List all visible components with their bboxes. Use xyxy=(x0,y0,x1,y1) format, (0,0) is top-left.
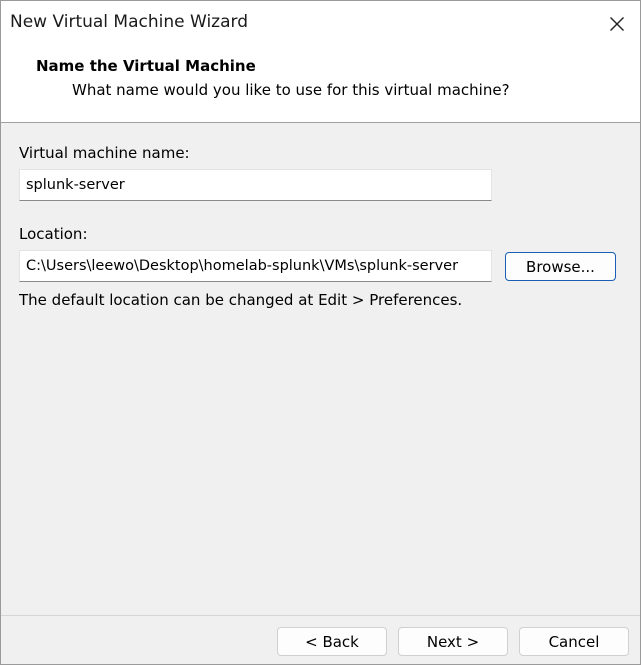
page-title: Name the Virtual Machine xyxy=(36,57,256,75)
window-title: New Virtual Machine Wizard xyxy=(10,12,248,32)
browse-button[interactable]: Browse... xyxy=(505,252,616,281)
page-subtitle: What name would you like to use for this… xyxy=(72,81,510,99)
location-input[interactable] xyxy=(19,250,492,282)
location-hint: The default location can be changed at E… xyxy=(19,291,463,309)
title-bar[interactable]: New Virtual Machine Wizard xyxy=(1,1,640,46)
close-icon xyxy=(609,16,625,32)
vm-name-label: Virtual machine name: xyxy=(19,144,190,162)
close-button[interactable] xyxy=(594,1,640,46)
next-button[interactable]: Next > xyxy=(398,627,508,656)
back-button[interactable]: < Back xyxy=(277,627,387,656)
wizard-header: Name the Virtual Machine What name would… xyxy=(1,46,640,123)
footer-divider xyxy=(1,615,640,616)
location-label: Location: xyxy=(19,225,88,243)
vm-name-input[interactable] xyxy=(19,169,492,201)
wizard-window: New Virtual Machine Wizard Name the Virt… xyxy=(0,0,641,665)
cancel-button[interactable]: Cancel xyxy=(519,627,629,656)
